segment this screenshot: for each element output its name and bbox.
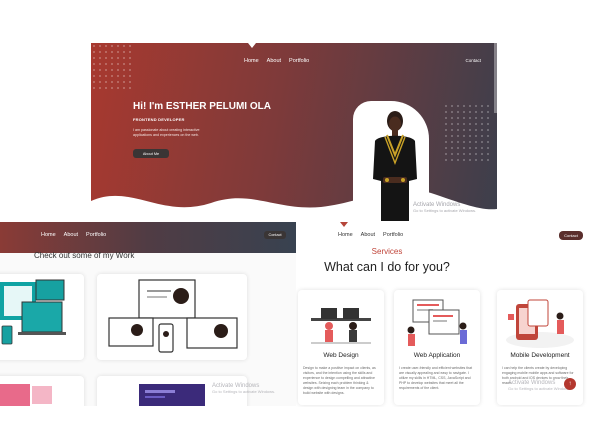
- service-description: I create user-friendly and efficient web…: [399, 366, 473, 390]
- nav-portfolio-link[interactable]: Portfolio: [383, 232, 403, 238]
- watermark-subtitle: Go to Settings to activate Windows.: [413, 208, 477, 213]
- nav-about-link[interactable]: About: [64, 232, 78, 238]
- arrow-up-icon: ↑: [568, 381, 572, 387]
- mobile-development-illustration: [506, 299, 574, 348]
- watermark-subtitle: Go to Settings to activate Windows.: [212, 389, 276, 394]
- nav-home-link[interactable]: Home: [41, 232, 56, 238]
- services-screenshot: Home About Portfolio Contact Services Wh…: [296, 222, 593, 407]
- work-navbar: Home About Portfolio Contact: [0, 222, 296, 253]
- project-thumbnail: [108, 279, 238, 353]
- service-title: Web Design: [323, 352, 359, 359]
- nav-portfolio-link[interactable]: Portfolio: [86, 232, 106, 238]
- nav-about-link[interactable]: About: [267, 58, 281, 64]
- web-application-illustration: [407, 299, 467, 346]
- watermark-subtitle: Go to Settings to activate Windows.: [508, 386, 572, 391]
- hero-role: FRONTEND DEVELOPER: [133, 117, 185, 122]
- service-title: Mobile Development: [510, 352, 570, 359]
- nav-indicator: [248, 43, 256, 48]
- windows-watermark: Activate Windows Go to Settings to activ…: [508, 380, 571, 391]
- hero-description: I am passionate about creating interacti…: [133, 128, 200, 137]
- nav-about-link[interactable]: About: [361, 232, 375, 238]
- about-me-button[interactable]: About Me: [133, 149, 169, 158]
- contact-link[interactable]: Contact: [465, 58, 481, 63]
- contact-button[interactable]: Contact: [559, 231, 583, 240]
- work-screenshot: Home About Portfolio Contact Check out s…: [0, 222, 296, 406]
- scrollbar[interactable]: [494, 43, 497, 113]
- project-card[interactable]: [97, 274, 247, 360]
- service-description: Design to make a positive impact on clie…: [303, 366, 376, 395]
- dot-pattern: [443, 103, 491, 163]
- contact-button[interactable]: Contact: [264, 231, 286, 239]
- work-heading: Check out some of my Work: [34, 251, 135, 260]
- nav-home-link[interactable]: Home: [244, 58, 259, 64]
- nav-portfolio-link[interactable]: Portfolio: [289, 58, 309, 64]
- project-thumbnail: [0, 279, 66, 345]
- windows-watermark: Activate Windows Go to Settings to activ…: [212, 383, 275, 394]
- windows-watermark: Activate Windows Go to Settings to activ…: [413, 202, 476, 213]
- hero-screenshot: Home About Portfolio Contact Hi! I'm EST…: [91, 43, 497, 221]
- web-design-illustration: [311, 308, 371, 344]
- nav-home-link[interactable]: Home: [338, 232, 353, 238]
- project-thumbnail: [0, 384, 52, 406]
- services-label: Services: [371, 247, 403, 256]
- work-nav-links: Home About Portfolio: [41, 232, 106, 238]
- nav-indicator: [340, 222, 348, 227]
- project-card[interactable]: [0, 376, 84, 406]
- hero-nav: Home About Portfolio: [244, 58, 309, 64]
- service-card-web-design[interactable]: Web Design Design to make a positive imp…: [298, 290, 384, 405]
- dot-pattern: [91, 43, 131, 93]
- hero-greeting: Hi! I'm ESTHER PELUMI OLA: [133, 101, 271, 112]
- hero-wave: [91, 189, 497, 221]
- service-card-web-application[interactable]: Web Application I create user-friendly a…: [394, 290, 480, 405]
- project-card[interactable]: [0, 274, 84, 360]
- scroll-top-button[interactable]: ↑: [564, 378, 576, 390]
- services-title: What can I do for you?: [324, 260, 450, 274]
- services-nav: Home About Portfolio: [338, 232, 403, 238]
- service-title: Web Application: [413, 352, 461, 359]
